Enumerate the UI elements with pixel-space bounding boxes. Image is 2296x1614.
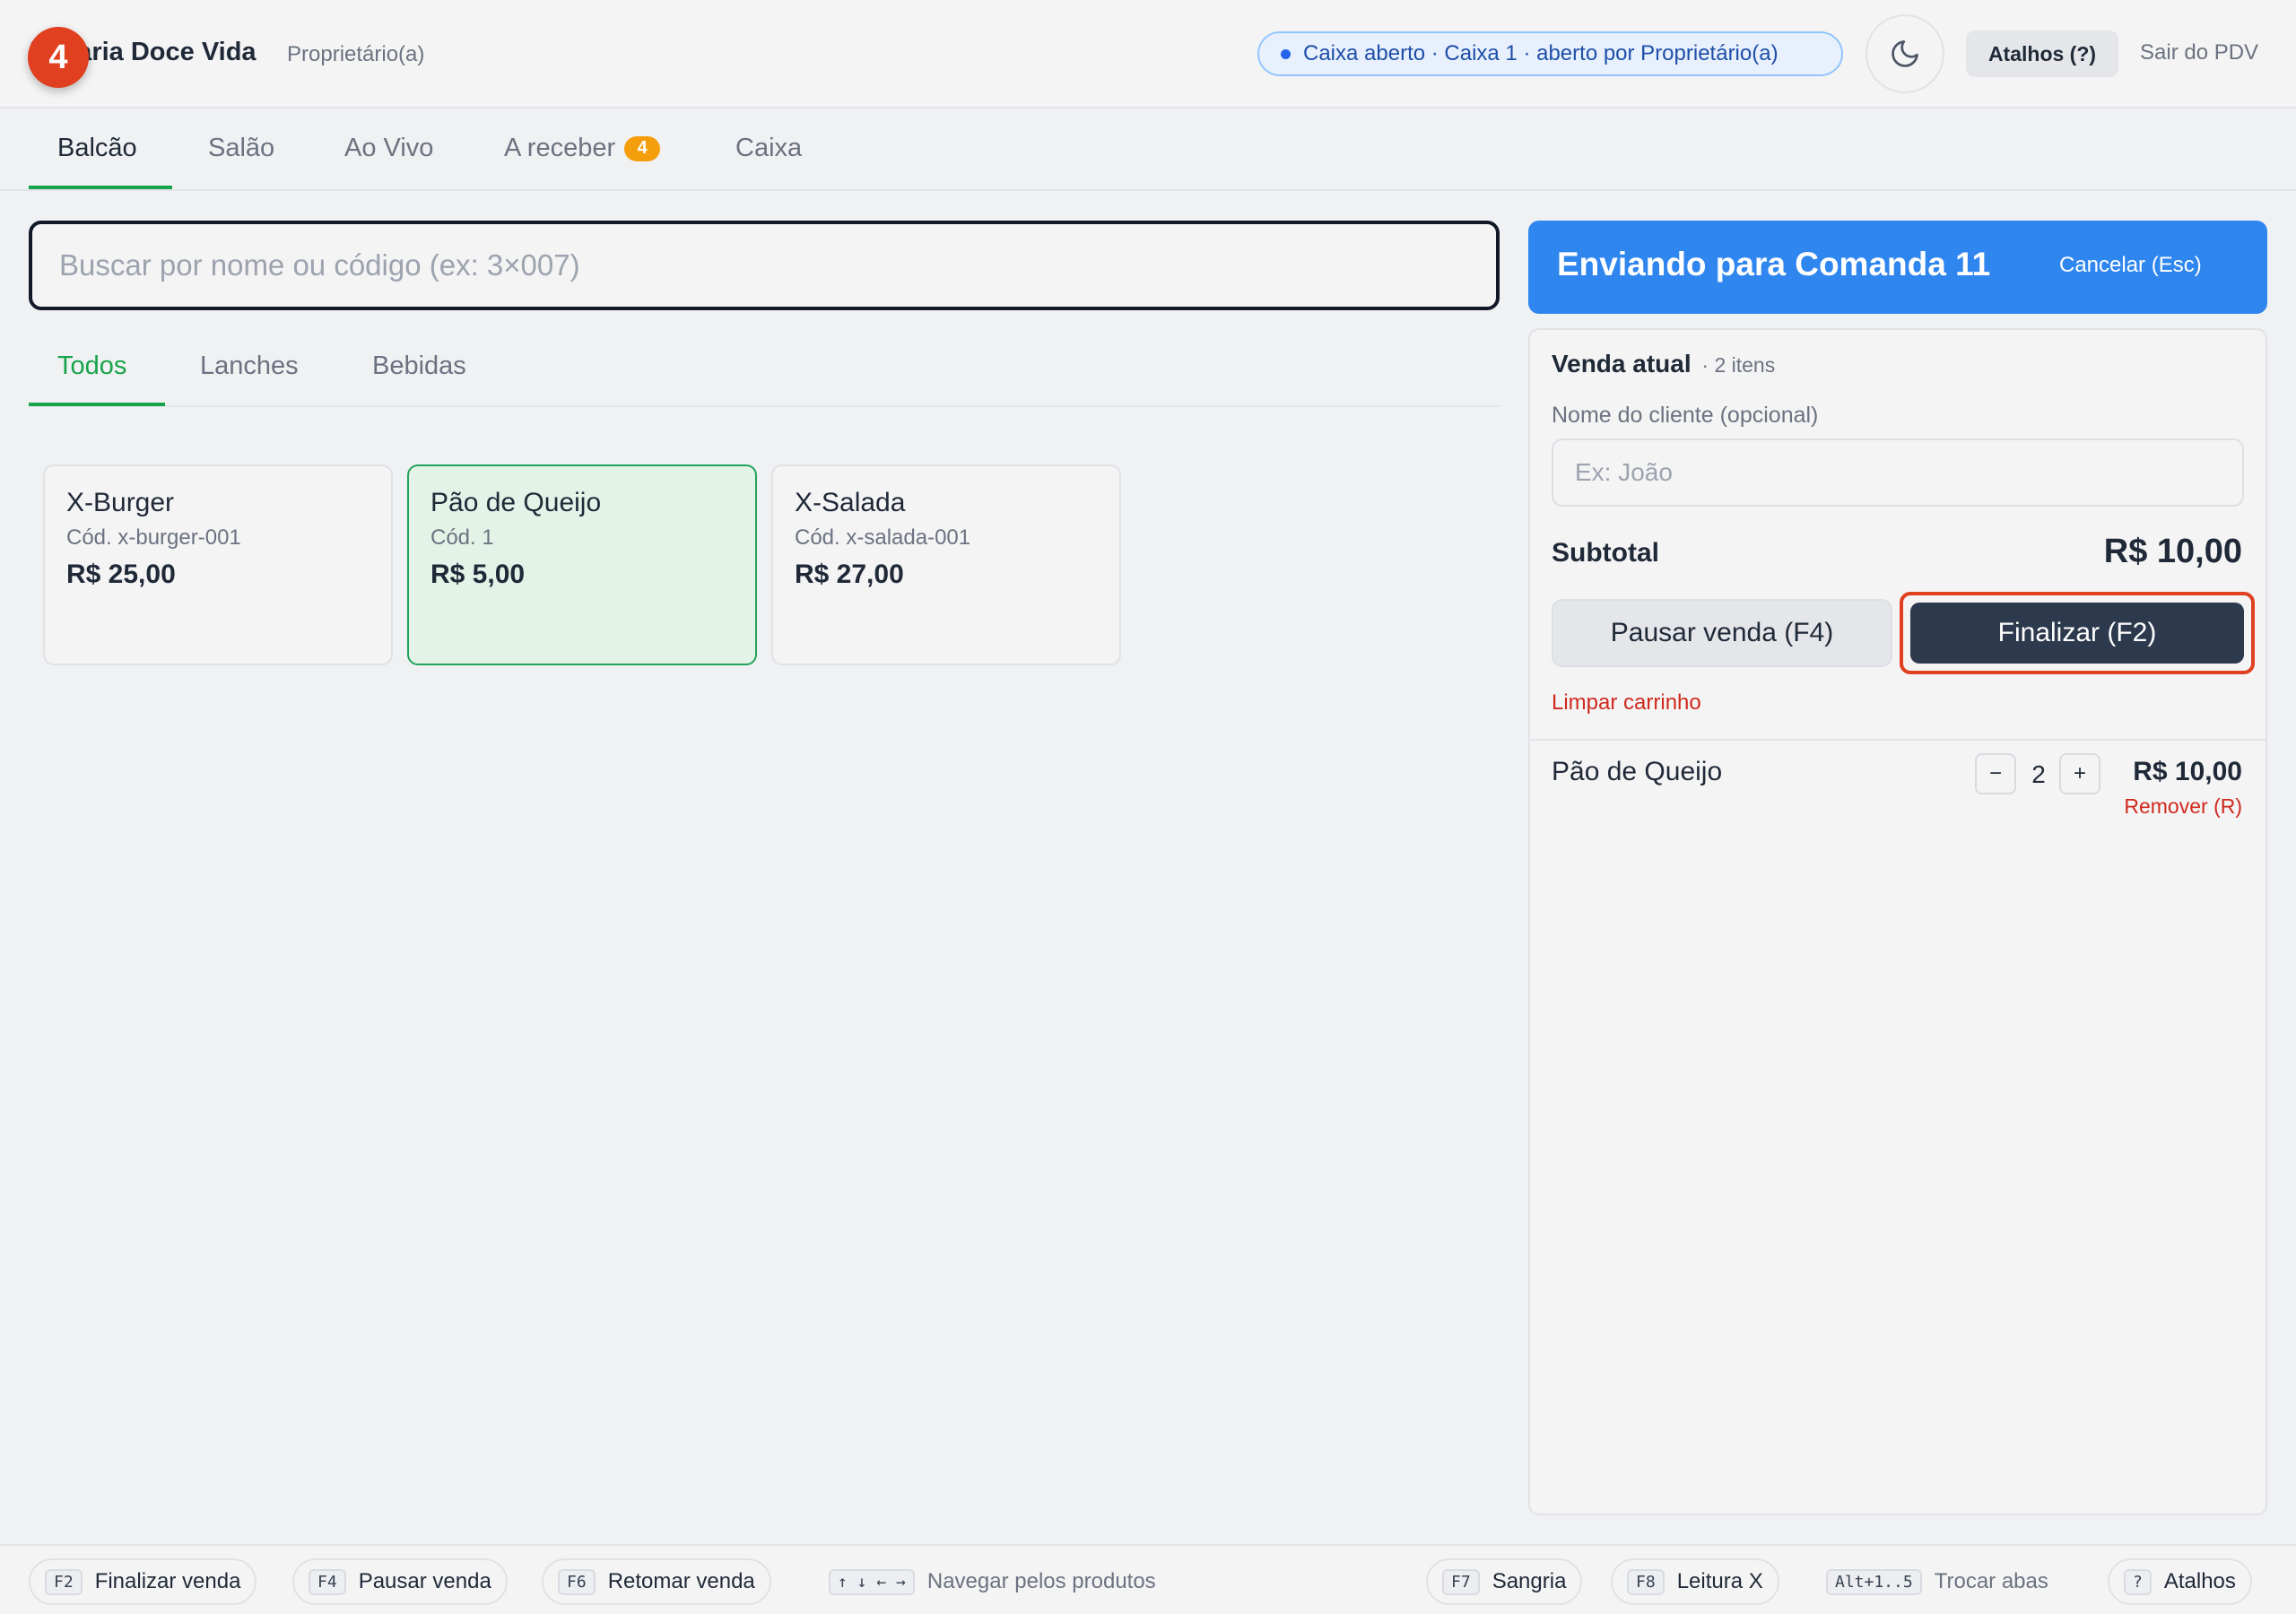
sale-title: Venda atual xyxy=(1552,350,1692,377)
moon-icon xyxy=(1892,40,1918,67)
product-price: R$ 25,00 xyxy=(66,560,176,589)
decrease-quantity-button[interactable]: − xyxy=(1975,753,2016,794)
hint-label: Navegar pelos produtos xyxy=(926,1569,1156,1593)
client-name-field xyxy=(1552,438,2244,507)
tab-caixa[interactable]: Caixa xyxy=(735,134,802,163)
key-cap: F8 xyxy=(1627,1568,1665,1595)
subtotal-value: R$ 10,00 xyxy=(2103,533,2242,570)
main-tabs: Balcão Salão Ao Vivo A receber 4 Caixa xyxy=(0,108,2296,191)
category-tab-lanches[interactable]: Lanches xyxy=(200,351,299,381)
tab-label: Ao Vivo xyxy=(344,134,434,162)
shortcut-hints-bar: F2 Finalizar venda F4 Pausar venda F6 Re… xyxy=(0,1544,2296,1614)
tab-ao-vivo[interactable]: Ao Vivo xyxy=(344,134,433,163)
step-badge: 4 xyxy=(28,27,89,88)
exit-pdv-link[interactable]: Sair do PDV xyxy=(2140,40,2258,65)
key-cap: F2 xyxy=(45,1568,83,1595)
active-tab-indicator xyxy=(29,186,172,189)
tab-salao[interactable]: Salão xyxy=(208,134,274,163)
theme-toggle-button[interactable] xyxy=(1866,14,1944,93)
pause-sale-button[interactable]: Pausar venda (F4) xyxy=(1552,599,1892,667)
product-code: Cód. x-salada-001 xyxy=(795,525,971,550)
cart-item-name: Pão de Queijo xyxy=(1552,757,1723,786)
finalize-button[interactable]: Finalizar (F2) xyxy=(1910,603,2244,664)
finalize-highlight-ring: Finalizar (F2) xyxy=(1900,592,2255,674)
hint-switch-tabs: Alt+1..5 Trocar abas xyxy=(1810,1558,2065,1605)
category-tabs: Todos Lanches Bebidas xyxy=(29,334,1500,407)
user-role: Proprietário(a) xyxy=(287,42,425,66)
cash-register-status-text: Caixa aberto · Caixa 1 · aberto por Prop… xyxy=(1303,41,1779,65)
shortcuts-button[interactable]: Atalhos (?) xyxy=(1966,30,2118,77)
current-sale-panel: Venda atual · 2 itens Nome do cliente (o… xyxy=(1528,328,2267,1515)
sale-heading: Venda atual · 2 itens xyxy=(1552,350,1775,378)
tab-balcao[interactable]: Balcão xyxy=(57,134,137,163)
comanda-title: Enviando para Comanda 11 xyxy=(1557,246,1991,282)
subtotal-label: Subtotal xyxy=(1552,538,1659,568)
key-cap: F4 xyxy=(309,1568,346,1595)
product-search-box xyxy=(29,221,1500,310)
cart-item-total: R$ 10,00 xyxy=(2133,757,2242,786)
hint-finalize-sale[interactable]: F2 Finalizar venda xyxy=(29,1558,257,1605)
key-cap: F7 xyxy=(1442,1568,1480,1595)
client-name-label: Nome do cliente (opcional) xyxy=(1552,403,1819,428)
key-cap: F6 xyxy=(558,1568,596,1595)
active-category-indicator xyxy=(29,403,165,406)
tab-a-receber[interactable]: A receber 4 xyxy=(504,134,661,163)
product-name: X-Salada xyxy=(795,488,906,517)
product-price: R$ 5,00 xyxy=(430,560,526,589)
hint-shortcuts[interactable]: ? Atalhos xyxy=(2108,1558,2252,1605)
hint-leitura-x[interactable]: F8 Leitura X xyxy=(1611,1558,1779,1605)
hint-label: Atalhos xyxy=(2163,1569,2236,1593)
hint-label: Pausar venda xyxy=(358,1569,491,1593)
category-tab-todos[interactable]: Todos xyxy=(57,351,126,381)
product-card-x-salada[interactable]: X-Salada Cód. x-salada-001 R$ 27,00 xyxy=(771,464,1121,665)
hint-label: Finalizar venda xyxy=(94,1569,241,1593)
product-code: Cód. x-burger-001 xyxy=(66,525,241,550)
product-card-x-burger[interactable]: X-Burger Cód. x-burger-001 R$ 25,00 xyxy=(43,464,393,665)
cart-item-quantity: 2 xyxy=(2031,760,2046,788)
cancel-comanda-button[interactable]: Cancelar (Esc) xyxy=(2059,253,2202,278)
tab-label: A receber xyxy=(504,134,616,162)
hint-resume-sale[interactable]: F6 Retomar venda xyxy=(542,1558,771,1605)
increase-quantity-button[interactable]: + xyxy=(2059,753,2100,794)
app-header: Padaria Doce Vida Proprietário(a) 4 Caix… xyxy=(0,0,2296,108)
hint-pause-sale[interactable]: F4 Pausar venda xyxy=(292,1558,508,1605)
key-cap: Alt+1..5 xyxy=(1826,1568,1922,1595)
cash-register-status-badge: Caixa aberto · Caixa 1 · aberto por Prop… xyxy=(1257,31,1843,76)
product-name: Pão de Queijo xyxy=(430,488,602,517)
tab-label: Salão xyxy=(208,134,275,162)
hint-sangria[interactable]: F7 Sangria xyxy=(1426,1558,1583,1605)
product-code: Cód. 1 xyxy=(430,525,494,550)
client-name-input[interactable] xyxy=(1575,458,2242,487)
arrow-keys-cap: ↑ ↓ ← → xyxy=(829,1568,915,1595)
tab-label: Balcão xyxy=(57,134,137,162)
key-cap: ? xyxy=(2124,1568,2152,1595)
product-card-pao-de-queijo[interactable]: Pão de Queijo Cód. 1 R$ 5,00 xyxy=(407,464,757,665)
sale-items-count: · 2 itens xyxy=(1701,353,1776,377)
remove-item-link[interactable]: Remover (R) xyxy=(2124,794,2242,819)
product-name: X-Burger xyxy=(66,488,175,517)
clear-cart-link[interactable]: Limpar carrinho xyxy=(1552,690,1701,716)
product-search-input[interactable] xyxy=(59,248,1496,282)
hint-label: Retomar venda xyxy=(607,1569,755,1593)
comanda-banner: Enviando para Comanda 11 Cancelar (Esc) xyxy=(1528,221,2267,314)
product-price: R$ 27,00 xyxy=(795,560,904,589)
pending-count-badge: 4 xyxy=(624,135,661,161)
divider xyxy=(1530,739,2266,741)
tab-label: Caixa xyxy=(735,134,803,162)
hint-navigate-products: ↑ ↓ ← → Navegar pelos produtos xyxy=(813,1558,1172,1605)
hint-label: Sangria xyxy=(1492,1569,1567,1593)
status-dot-icon xyxy=(1281,48,1291,59)
hint-label: Trocar abas xyxy=(1934,1569,2048,1593)
category-tab-bebidas[interactable]: Bebidas xyxy=(372,351,466,381)
hint-label: Leitura X xyxy=(1676,1569,1763,1593)
